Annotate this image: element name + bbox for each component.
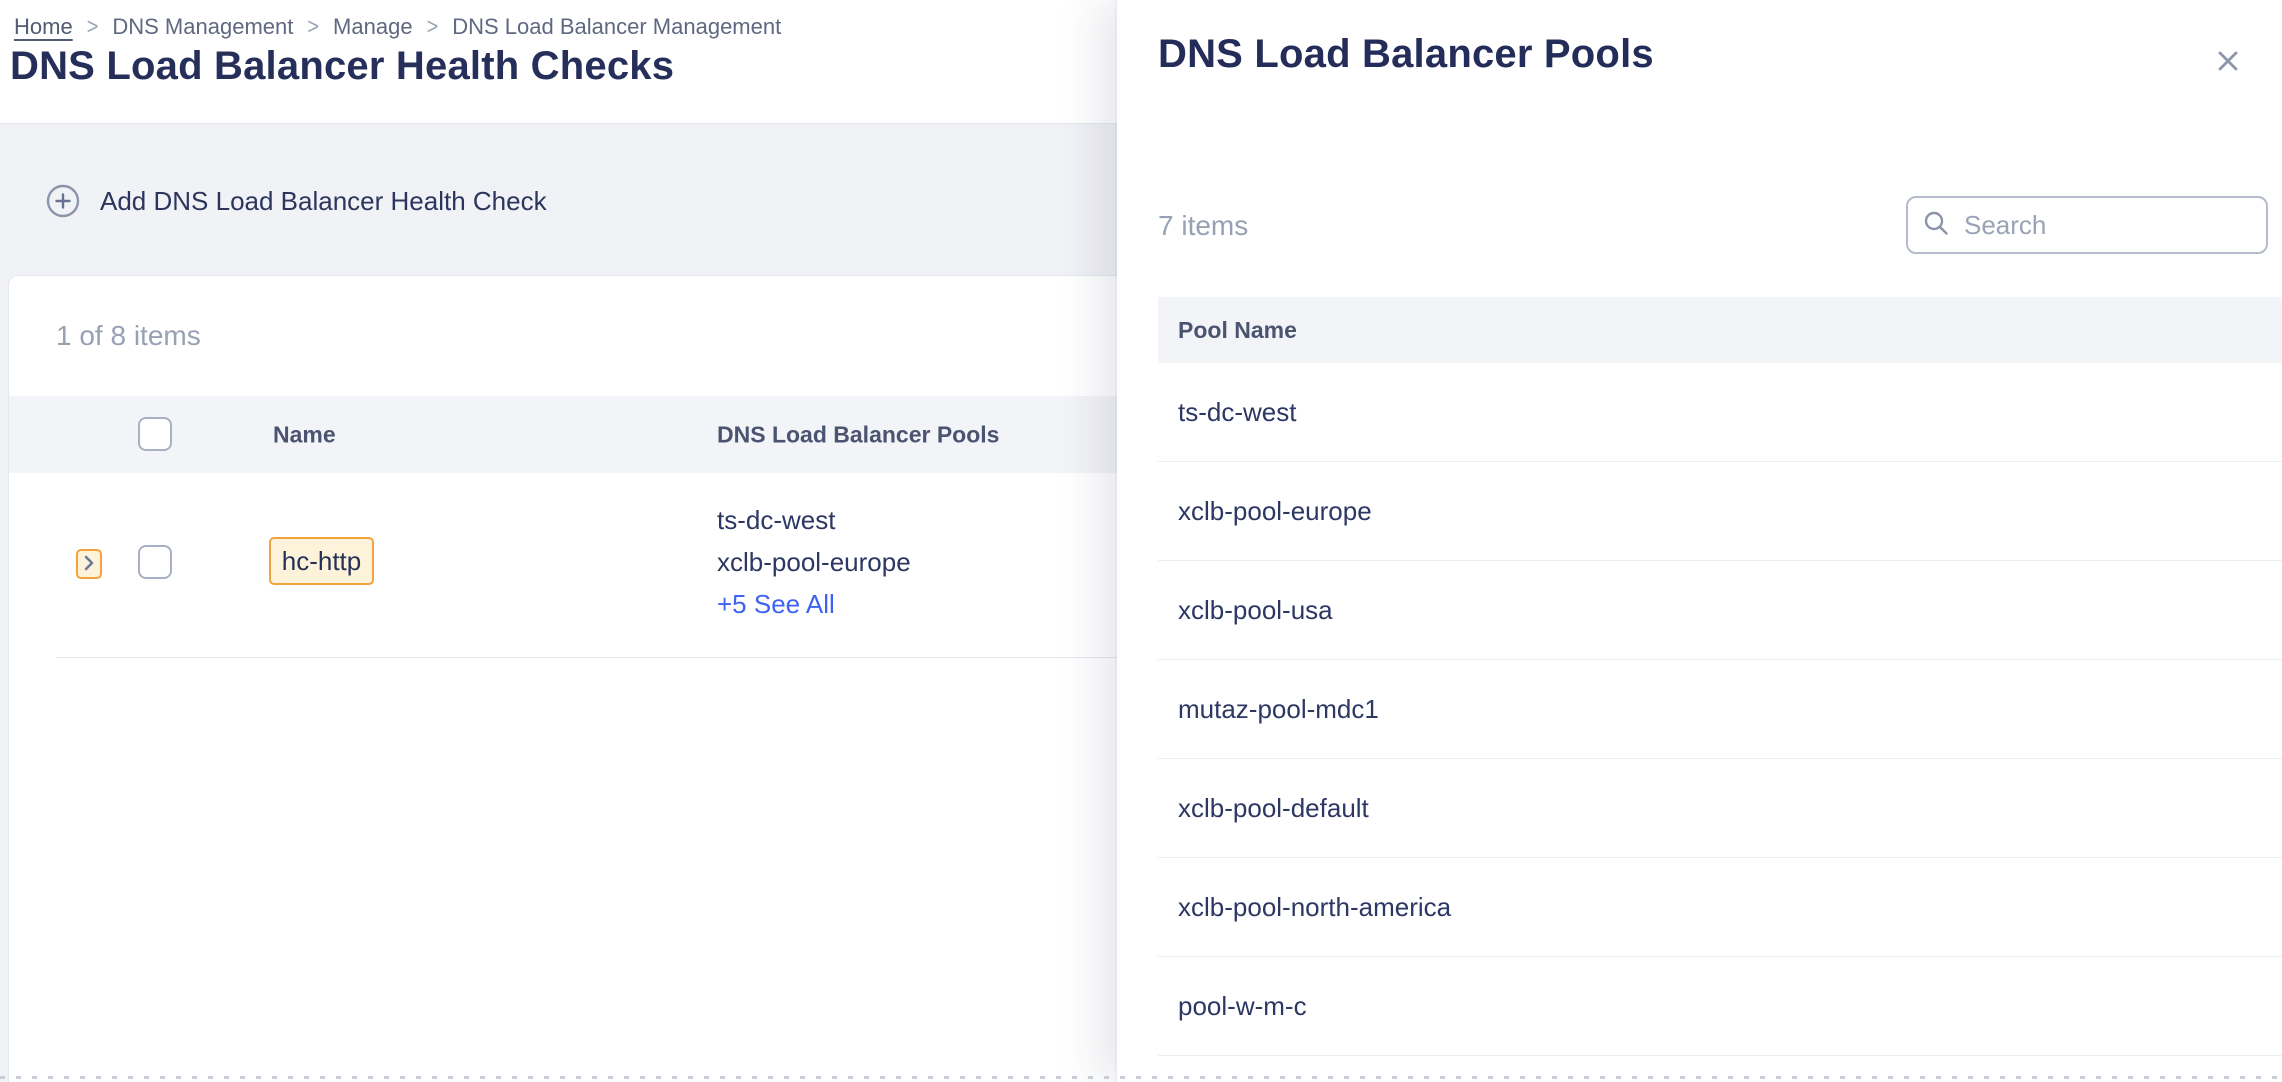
search-icon	[1922, 209, 1950, 242]
pool-row[interactable]: pool-w-m-c	[1158, 957, 2282, 1056]
chevron-right-icon: >	[307, 14, 319, 40]
breadcrumb: Home > DNS Management > Manage > DNS Loa…	[14, 14, 781, 40]
pool-name: xclb-pool-north-america	[1178, 892, 1451, 923]
pool-name: ts-dc-west	[1178, 397, 1296, 428]
panel-items-count: 7 items	[1158, 210, 1248, 242]
add-health-check-label: Add DNS Load Balancer Health Check	[100, 186, 547, 217]
pool-row[interactable]: xclb-pool-north-america	[1158, 858, 2282, 957]
health-check-name[interactable]: hc-http	[269, 537, 374, 585]
chevron-right-icon: >	[87, 14, 99, 40]
row-divider	[56, 657, 1123, 658]
column-header-pool-name: Pool Name	[1178, 317, 1297, 344]
pool-name: xclb-pool-europe	[717, 541, 911, 583]
pool-table: Pool Name ts-dc-west xclb-pool-europe xc…	[1158, 297, 2282, 1056]
table-row: hc-http ts-dc-west xclb-pool-europe +5 S…	[9, 473, 1141, 658]
select-all-checkbox[interactable]	[138, 417, 172, 451]
expand-row-button[interactable]	[76, 549, 102, 579]
pool-row[interactable]: ts-dc-west	[1158, 363, 2282, 462]
pool-row[interactable]: xclb-pool-default	[1158, 759, 2282, 858]
pool-name: xclb-pool-usa	[1178, 595, 1333, 626]
pool-name: xclb-pool-default	[1178, 793, 1369, 824]
pool-name: mutaz-pool-mdc1	[1178, 694, 1379, 725]
pool-name: pool-w-m-c	[1178, 991, 1307, 1022]
pool-name: ts-dc-west	[717, 499, 911, 541]
pool-row[interactable]: xclb-pool-usa	[1158, 561, 2282, 660]
close-icon	[2213, 46, 2243, 79]
search-input[interactable]	[1962, 209, 2252, 242]
row-checkbox[interactable]	[138, 545, 172, 579]
bottom-dashed-line	[0, 1076, 2282, 1079]
column-header-pools: DNS Load Balancer Pools	[717, 421, 999, 448]
page-title: DNS Load Balancer Health Checks	[10, 44, 674, 89]
breadcrumb-home[interactable]: Home	[14, 14, 73, 40]
panel-title: DNS Load Balancer Pools	[1158, 32, 1654, 77]
screen: Home > DNS Management > Manage > DNS Loa…	[0, 0, 2282, 1082]
pools-cell: ts-dc-west xclb-pool-europe +5 See All	[717, 499, 911, 625]
pool-name: xclb-pool-europe	[1178, 496, 1372, 527]
search-box[interactable]	[1906, 196, 2268, 254]
items-count: 1 of 8 items	[56, 320, 201, 352]
breadcrumb-dns-management[interactable]: DNS Management	[112, 14, 293, 40]
breadcrumb-manage[interactable]: Manage	[333, 14, 413, 40]
chevron-right-icon: >	[427, 14, 439, 40]
pool-row[interactable]: xclb-pool-europe	[1158, 462, 2282, 561]
health-checks-card: 1 of 8 items Name DNS Load Balancer Pool…	[8, 275, 1142, 1082]
plus-circle-icon	[46, 184, 80, 218]
close-button[interactable]	[2204, 38, 2252, 86]
see-all-link[interactable]: +5 See All	[717, 583, 911, 625]
column-header-name: Name	[273, 421, 336, 448]
chevron-right-icon	[81, 554, 97, 575]
pool-table-header: Pool Name	[1158, 297, 2282, 363]
breadcrumb-dns-lb-management[interactable]: DNS Load Balancer Management	[452, 14, 781, 40]
table-header: Name DNS Load Balancer Pools	[9, 396, 1141, 473]
pools-panel: DNS Load Balancer Pools 7 items Pool Nam…	[1117, 0, 2282, 1082]
pool-row[interactable]: mutaz-pool-mdc1	[1158, 660, 2282, 759]
add-health-check-button[interactable]: Add DNS Load Balancer Health Check	[46, 184, 547, 218]
